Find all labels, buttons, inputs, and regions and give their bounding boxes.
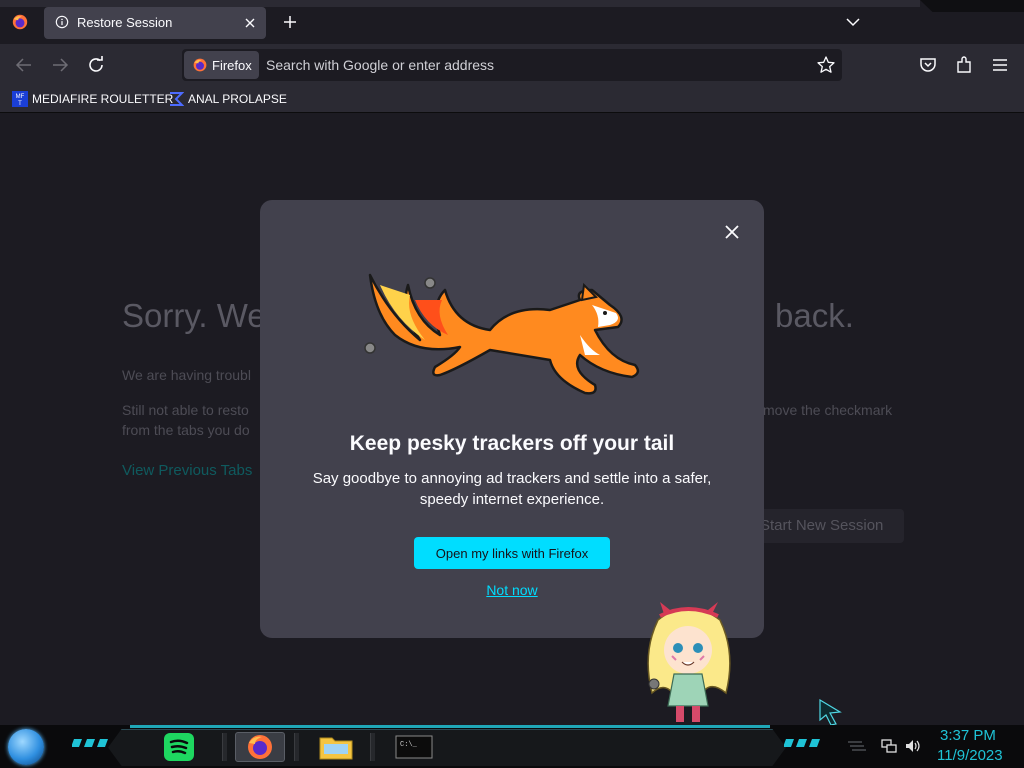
view-previous-tabs-link[interactable]: View Previous Tabs: [122, 462, 252, 479]
sigma-icon: [170, 92, 184, 106]
pocket-icon[interactable]: [917, 54, 939, 76]
page-heading-right: back.: [775, 297, 854, 334]
mft-icon: MFT: [12, 91, 28, 107]
page-paragraph-1: We are having troubl: [122, 367, 251, 383]
navigation-toolbar: Firefox: [0, 44, 1024, 86]
cartoon-girl-mascot: [647, 602, 731, 722]
identity-label: Firefox: [212, 58, 252, 73]
network-icon[interactable]: [880, 738, 898, 754]
taskbar-glow-line: [130, 725, 770, 728]
taskbar-app-spotify[interactable]: [159, 732, 199, 762]
taskbar-app-command-prompt[interactable]: C:\_: [392, 732, 436, 762]
bookmark-label: ANAL PROLAPSE: [188, 92, 287, 106]
new-tab-icon[interactable]: [280, 12, 300, 32]
tab-title: Restore Session: [77, 15, 173, 30]
bookmark-item-mediafire[interactable]: MF T MEDIAFIRE ROULETTER: [12, 90, 173, 108]
hamburger-menu-icon[interactable]: [989, 54, 1011, 76]
page-heading-left: Sorry. We’: [122, 297, 273, 334]
taskbar-app-area: [108, 729, 786, 766]
taskbar-separator: [294, 733, 299, 761]
start-new-session-button[interactable]: Start New Session: [752, 509, 904, 543]
window-frame-decoration: [920, 0, 1024, 12]
forward-arrow-icon[interactable]: [49, 54, 71, 76]
volume-icon[interactable]: [904, 738, 922, 754]
tab-strip-top-line: [0, 0, 920, 7]
spotify-icon: [164, 733, 194, 761]
url-bar[interactable]: Firefox: [182, 49, 842, 81]
dialog-title: Keep pesky trackers off your tail: [349, 432, 675, 455]
back-arrow-icon[interactable]: [13, 54, 35, 76]
taskbar-clock-date[interactable]: 11/9/2023: [937, 747, 1003, 764]
default-browser-dialog: Keep pesky trackers off your tail Say go…: [260, 200, 764, 638]
reload-icon[interactable]: [85, 54, 107, 76]
identity-box[interactable]: Firefox: [184, 51, 259, 79]
page-paragraph-3: from the tabs you do: [122, 422, 250, 438]
dialog-subtitle: Say goodbye to annoying ad trackers and …: [312, 470, 712, 508]
running-fox-illustration: [364, 273, 640, 395]
taskbar-clock-time[interactable]: 3:37 PM: [940, 727, 996, 744]
taskbar-separator: [222, 733, 227, 761]
address-input[interactable]: [266, 49, 796, 81]
firefox-view-icon[interactable]: [11, 13, 29, 31]
open-links-with-firefox-button[interactable]: Open my links with Firefox: [414, 537, 610, 569]
tab-restore-session[interactable]: Restore Session: [44, 7, 266, 39]
chevron-down-icon[interactable]: [843, 12, 863, 32]
page-paragraph-2-left: Still not able to resto: [122, 402, 249, 418]
svg-text:C:\_: C:\_: [400, 741, 418, 749]
svg-text:MF: MF: [16, 94, 25, 100]
bookmarks-toolbar: MF T MEDIAFIRE ROULETTER ANAL PROLAPSE: [0, 86, 1024, 113]
folder-icon: [319, 737, 353, 760]
svg-text:T: T: [18, 101, 22, 107]
extensions-icon[interactable]: [953, 54, 975, 76]
start-button[interactable]: [8, 729, 44, 765]
firefox-logo-icon: [248, 735, 272, 759]
close-icon[interactable]: [722, 222, 742, 242]
close-tab-icon[interactable]: [240, 13, 260, 33]
bookmark-label: MEDIAFIRE ROULETTER: [32, 92, 174, 106]
page-paragraph-2-right: move the checkmark: [763, 402, 893, 418]
tab-strip: Restore Session: [0, 0, 1024, 44]
info-icon: [55, 15, 69, 29]
taskbar-stripes-decoration: [848, 741, 866, 751]
taskbar-app-file-explorer[interactable]: [312, 732, 360, 762]
terminal-icon: C:\_: [395, 735, 433, 759]
taskbar: C:\_ 3:37 PM 11/9/2023: [0, 725, 1024, 768]
taskbar-arrows-left-decoration: [72, 739, 108, 747]
taskbar-arrows-right-decoration: [784, 739, 820, 747]
firefox-logo-icon: [193, 58, 207, 72]
mouse-cursor-icon: [819, 698, 842, 726]
bookmark-item-anal-prolapse[interactable]: ANAL PROLAPSE: [168, 90, 287, 108]
not-now-link[interactable]: Not now: [260, 582, 764, 598]
taskbar-app-firefox[interactable]: [235, 732, 285, 762]
taskbar-separator: [370, 733, 375, 761]
bookmark-star-icon[interactable]: [816, 55, 836, 75]
